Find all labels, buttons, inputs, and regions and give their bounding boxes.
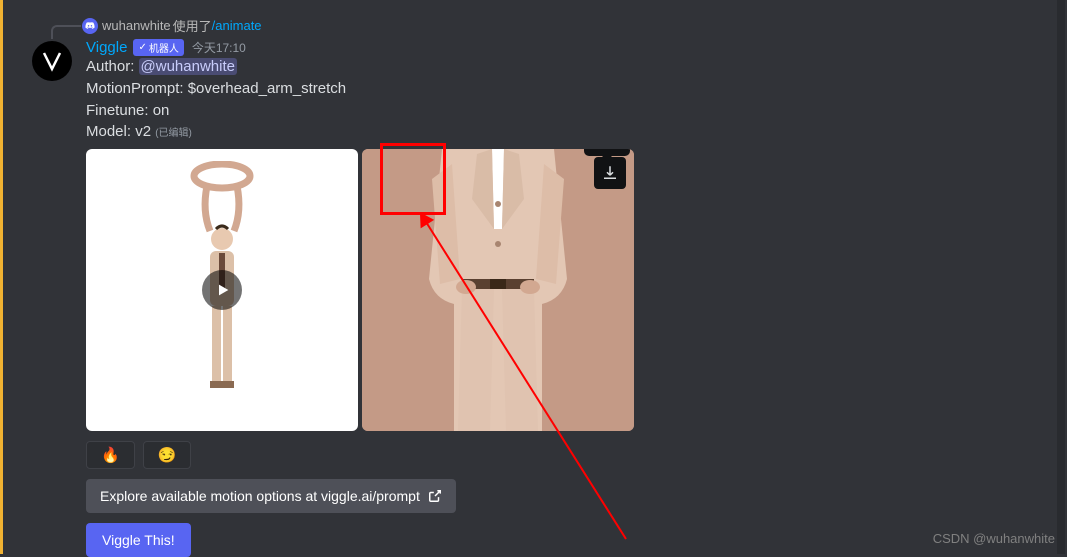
edited-label: (已编辑) bbox=[155, 128, 192, 139]
finetune: Finetune: on bbox=[86, 100, 1067, 122]
explore-button[interactable]: Explore available motion options at vigg… bbox=[86, 479, 456, 513]
author-label: Author: bbox=[86, 58, 139, 75]
bot-name[interactable]: Viggle bbox=[86, 39, 127, 56]
attachment-video[interactable] bbox=[86, 149, 358, 431]
watermark: CSDN @wuhanwhite bbox=[933, 531, 1055, 546]
explore-button-label: Explore available motion options at vigg… bbox=[100, 488, 420, 504]
bot-avatar[interactable] bbox=[32, 41, 72, 81]
bot-tag-label: 机器人 bbox=[149, 40, 179, 55]
reply-username: wuhanwhite bbox=[102, 18, 171, 33]
verified-check-icon: ✓ bbox=[138, 42, 146, 53]
timestamp: 今天17:10 bbox=[192, 39, 246, 56]
reply-context[interactable]: wuhanwhite 使用了 /animate bbox=[82, 16, 1067, 35]
reaction-fire[interactable]: 🔥 bbox=[86, 441, 135, 469]
reply-command[interactable]: /animate bbox=[212, 18, 262, 33]
download-button[interactable]: 下载 bbox=[594, 157, 626, 189]
motion-prompt: MotionPrompt: $overhead_arm_stretch bbox=[86, 78, 1067, 100]
download-tooltip: 下载 bbox=[584, 149, 630, 156]
reaction-thinking[interactable]: 😏 bbox=[143, 441, 192, 469]
external-link-icon bbox=[428, 489, 442, 503]
discord-icon bbox=[82, 18, 98, 34]
attachment-image[interactable]: 下载 bbox=[362, 149, 634, 431]
viggle-this-button[interactable]: Viggle This! bbox=[86, 523, 191, 557]
reply-action: 使用了 bbox=[173, 16, 212, 35]
author-mention[interactable]: @wuhanwhite bbox=[139, 58, 237, 75]
model: Model: v2 bbox=[86, 123, 151, 140]
bot-tag: ✓ 机器人 bbox=[133, 39, 183, 56]
play-icon[interactable] bbox=[202, 270, 242, 310]
